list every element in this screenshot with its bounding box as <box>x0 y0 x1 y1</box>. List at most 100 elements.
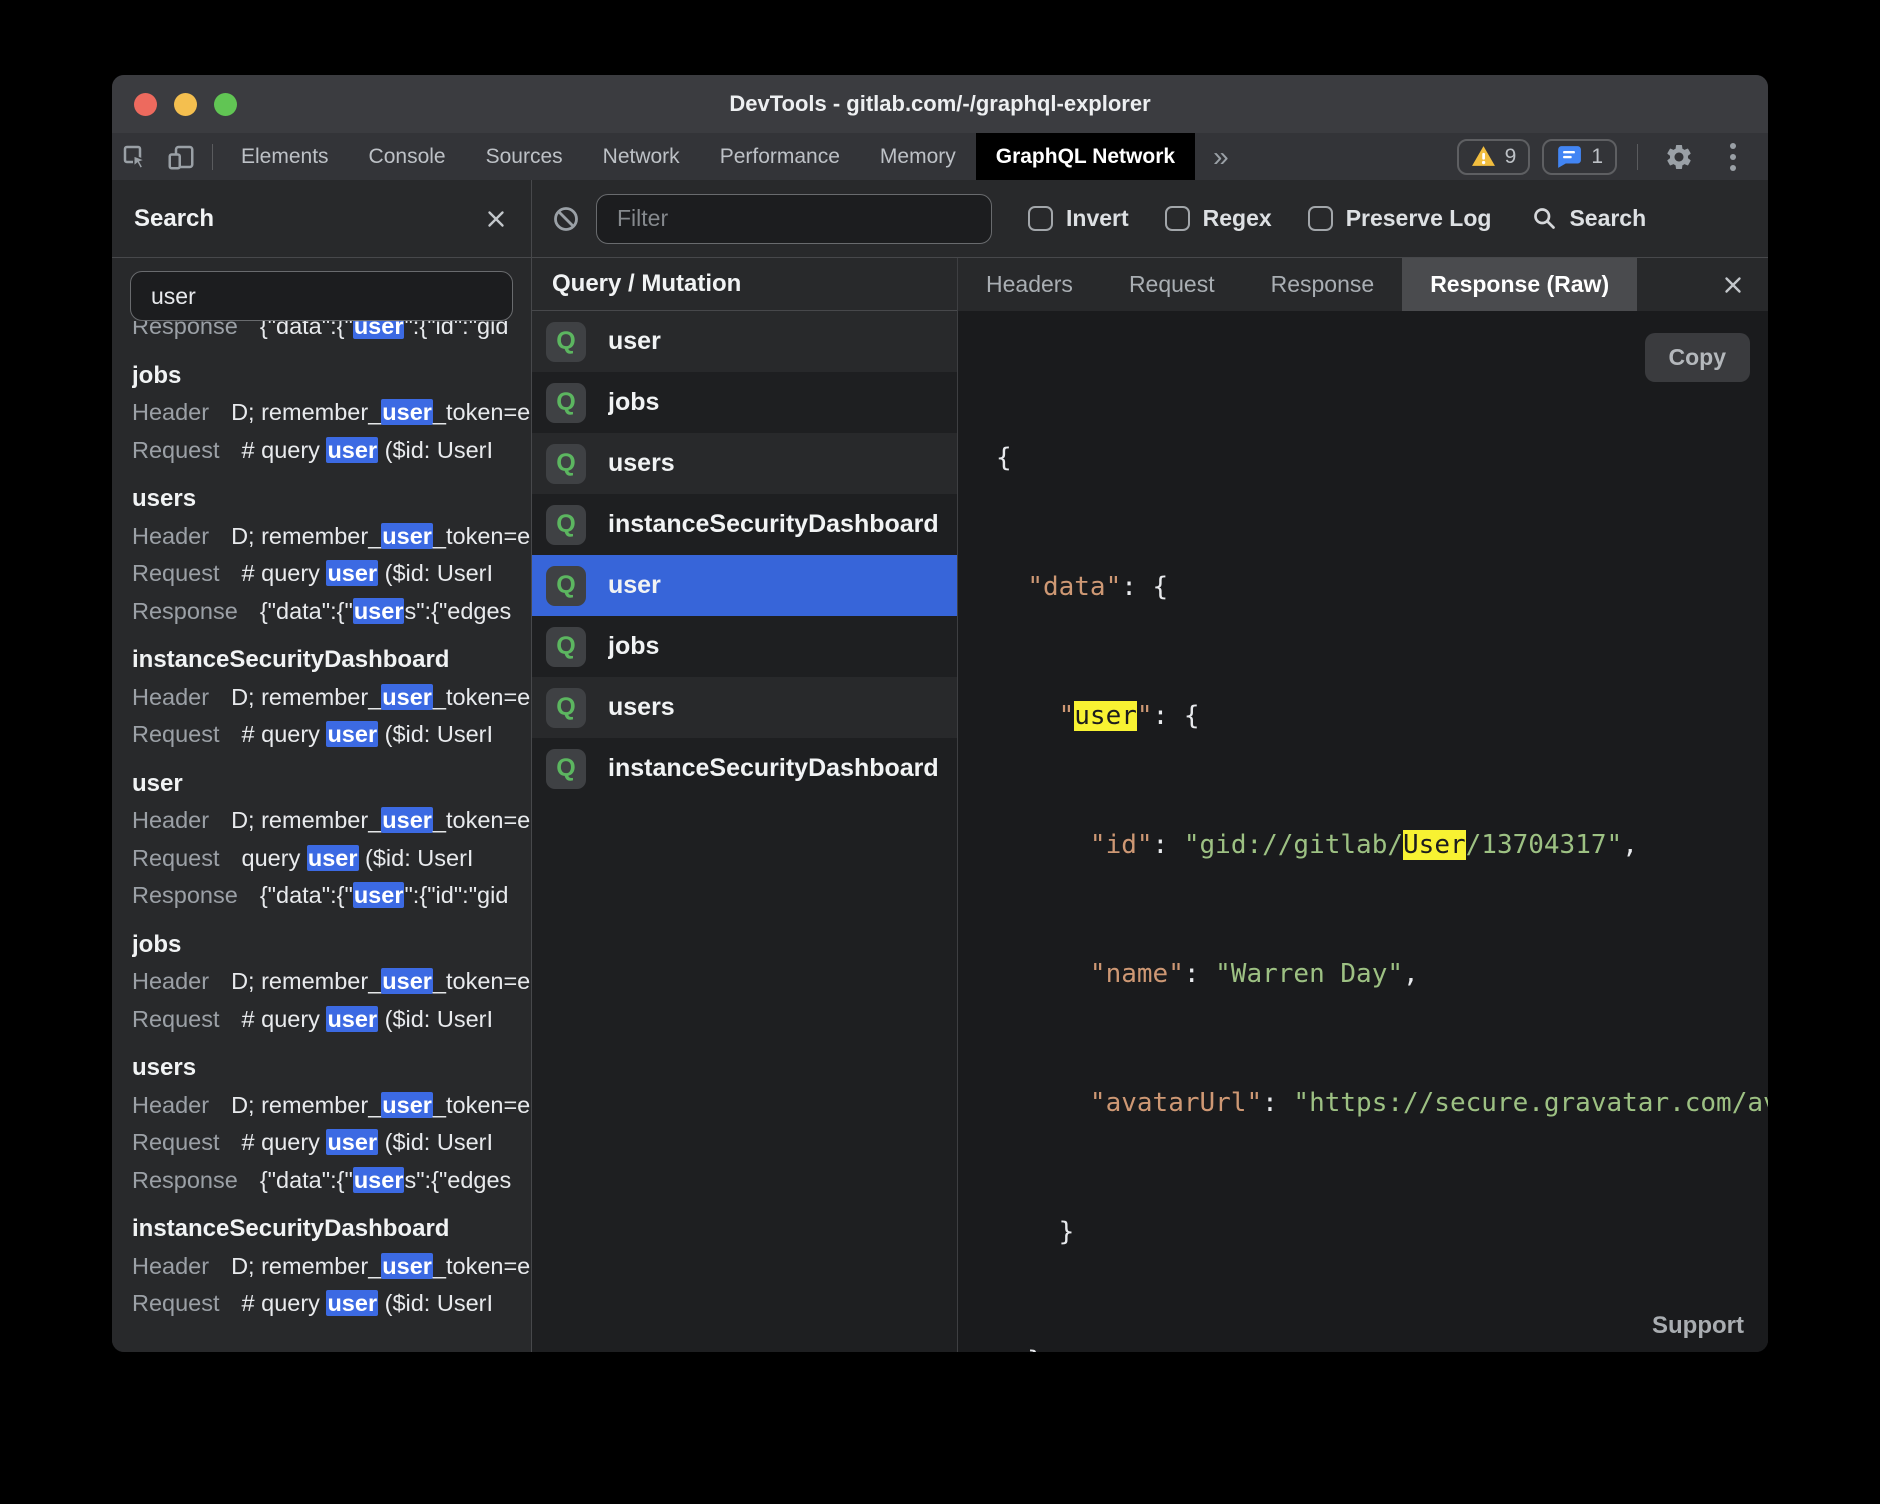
clear-icon[interactable] <box>552 205 580 233</box>
issues-badge[interactable]: 1 <box>1542 139 1617 175</box>
warning-icon <box>1471 145 1496 168</box>
response-raw-content: Copy { "data": { "user": { "id": "gid://… <box>958 311 1768 1352</box>
query-row-users[interactable]: Q users <box>532 677 957 738</box>
query-row-instance-security-dashboard[interactable]: Q instanceSecurityDashboard <box>532 494 957 555</box>
copy-button[interactable]: Copy <box>1645 333 1751 382</box>
search-result-line[interactable]: Request# query user ($id: UserI <box>132 555 531 593</box>
query-row-user-selected[interactable]: Q user <box>532 555 957 616</box>
search-result-line[interactable]: HeaderD; remember_user_token=e <box>132 963 531 1001</box>
minimize-window-button[interactable] <box>174 93 197 116</box>
search-result-line[interactable]: Response{"data":{"user":{"id":"gid <box>132 321 531 346</box>
preserve-log-checkbox[interactable] <box>1308 206 1333 231</box>
invert-checkbox-group[interactable]: Invert <box>1028 205 1129 232</box>
query-badge: Q <box>546 444 586 484</box>
json-line: "id": "gid://gitlab/User/13704317", <box>996 824 1768 867</box>
preserve-log-label: Preserve Log <box>1346 205 1492 232</box>
tab-graphql-network[interactable]: GraphQL Network <box>976 133 1195 180</box>
warnings-badge[interactable]: 9 <box>1457 139 1531 175</box>
tab-sources[interactable]: Sources <box>466 133 583 180</box>
tab-request[interactable]: Request <box>1101 258 1243 311</box>
warning-count: 9 <box>1505 145 1517 169</box>
search-panel-header: Search <box>112 180 531 258</box>
search-icon <box>1531 205 1558 232</box>
invert-label: Invert <box>1066 205 1129 232</box>
settings-button[interactable] <box>1658 142 1700 172</box>
search-toggle-label: Search <box>1569 205 1646 232</box>
search-result-line[interactable]: HeaderD; remember_user_token=e <box>132 518 531 556</box>
zoom-window-button[interactable] <box>214 93 237 116</box>
more-options-button[interactable] <box>1712 140 1754 174</box>
search-result-entry[interactable]: users HeaderD; remember_user_token=e Req… <box>132 1049 531 1199</box>
vertical-dots-icon <box>1728 140 1738 174</box>
support-link[interactable]: Support <box>1652 1312 1744 1340</box>
window-titlebar[interactable]: DevTools - gitlab.com/-/graphql-explorer <box>112 75 1768 133</box>
search-result-line[interactable]: Request# query user ($id: UserI <box>132 1285 531 1323</box>
detail-panel: Headers Request Response Response (Raw) … <box>958 258 1768 1352</box>
tab-response-raw[interactable]: Response (Raw) <box>1402 258 1637 311</box>
query-row-user[interactable]: Q user <box>532 311 957 372</box>
invert-checkbox[interactable] <box>1028 206 1053 231</box>
query-list-header: Query / Mutation <box>532 258 957 311</box>
search-input[interactable] <box>130 271 513 321</box>
more-tabs-button[interactable]: » <box>1195 133 1247 180</box>
close-detail-button[interactable] <box>1698 258 1768 311</box>
search-result-line[interactable]: Request# query user ($id: UserI <box>132 716 531 754</box>
search-result-line[interactable]: Response{"data":{"users":{"edges <box>132 593 531 631</box>
search-result-entry[interactable]: instanceSecurityDashboard HeaderD; remem… <box>132 1210 531 1323</box>
query-list-panel: Query / Mutation Q user Q jobs Q <box>532 258 958 1352</box>
tab-performance[interactable]: Performance <box>700 133 860 180</box>
detail-tabs: Headers Request Response Response (Raw) <box>958 258 1768 311</box>
search-result-line[interactable]: Response{"data":{"users":{"edges <box>132 1162 531 1200</box>
tab-elements[interactable]: Elements <box>221 133 349 180</box>
search-results: Response{"data":{"user":{"id":"gid jobs … <box>112 321 531 1352</box>
query-list-title: Query / Mutation <box>552 270 741 298</box>
tab-console[interactable]: Console <box>349 133 466 180</box>
query-row-instance-security-dashboard[interactable]: Q instanceSecurityDashboard <box>532 738 957 799</box>
regex-label: Regex <box>1203 205 1272 232</box>
search-result-entry[interactable]: user HeaderD; remember_user_token=e Requ… <box>132 765 531 915</box>
close-icon <box>1720 272 1746 298</box>
panels: Query / Mutation Q user Q jobs Q <box>532 258 1768 1352</box>
tab-response[interactable]: Response <box>1243 258 1403 311</box>
tab-headers[interactable]: Headers <box>958 258 1101 311</box>
tab-network[interactable]: Network <box>583 133 700 180</box>
json-line: "user": { <box>996 695 1768 738</box>
query-row-users[interactable]: Q users <box>532 433 957 494</box>
window-title: DevTools - gitlab.com/-/graphql-explorer <box>729 91 1150 117</box>
search-result-line[interactable]: Request# query user ($id: UserI <box>132 1124 531 1162</box>
search-result-line[interactable]: HeaderD; remember_user_token=e <box>132 1248 531 1286</box>
search-result-line[interactable]: HeaderD; remember_user_token=e <box>132 802 531 840</box>
inspect-element-button[interactable] <box>112 133 158 180</box>
device-toolbar-button[interactable] <box>158 133 204 180</box>
search-result-line[interactable]: HeaderD; remember_user_token=e <box>132 1087 531 1125</box>
devtools-main: Search Response{"data":{"user":{"id":"gi… <box>112 180 1768 1352</box>
search-result-line[interactable]: Response{"data":{"user":{"id":"gid <box>132 877 531 915</box>
regex-checkbox[interactable] <box>1165 206 1190 231</box>
query-row-jobs[interactable]: Q jobs <box>532 616 957 677</box>
search-toggle[interactable]: Search <box>1531 205 1646 232</box>
preserve-log-checkbox-group[interactable]: Preserve Log <box>1308 205 1492 232</box>
search-result-line[interactable]: HeaderD; remember_user_token=e <box>132 394 531 432</box>
search-result-entry[interactable]: users HeaderD; remember_user_token=e Req… <box>132 480 531 630</box>
search-result-entry[interactable]: jobs HeaderD; remember_user_token=e Requ… <box>132 926 531 1039</box>
message-icon <box>1556 145 1582 169</box>
json-line: } <box>996 1340 1768 1352</box>
search-result-line[interactable]: Request# query user ($id: UserI <box>132 1001 531 1039</box>
search-result-line[interactable]: Request# query user ($id: UserI <box>132 432 531 470</box>
json-line: "name": "Warren Day", <box>996 953 1768 996</box>
search-result-entry[interactable]: instanceSecurityDashboard HeaderD; remem… <box>132 641 531 754</box>
filter-input[interactable] <box>596 194 992 244</box>
search-result-line[interactable]: Requestquery user ($id: UserI <box>132 840 531 878</box>
close-icon[interactable] <box>483 206 509 232</box>
search-result-line[interactable]: HeaderD; remember_user_token=e <box>132 679 531 717</box>
close-window-button[interactable] <box>134 93 157 116</box>
tab-memory[interactable]: Memory <box>860 133 976 180</box>
traffic-lights <box>134 93 237 116</box>
json-line: "avatarUrl": "https://secure.gravatar.co… <box>996 1082 1768 1125</box>
json-line: "data": { <box>996 566 1768 609</box>
query-badge: Q <box>546 505 586 545</box>
query-badge: Q <box>546 322 586 362</box>
regex-checkbox-group[interactable]: Regex <box>1165 205 1272 232</box>
search-result-entry[interactable]: jobs HeaderD; remember_user_token=e Requ… <box>132 357 531 470</box>
query-row-jobs[interactable]: Q jobs <box>532 372 957 433</box>
